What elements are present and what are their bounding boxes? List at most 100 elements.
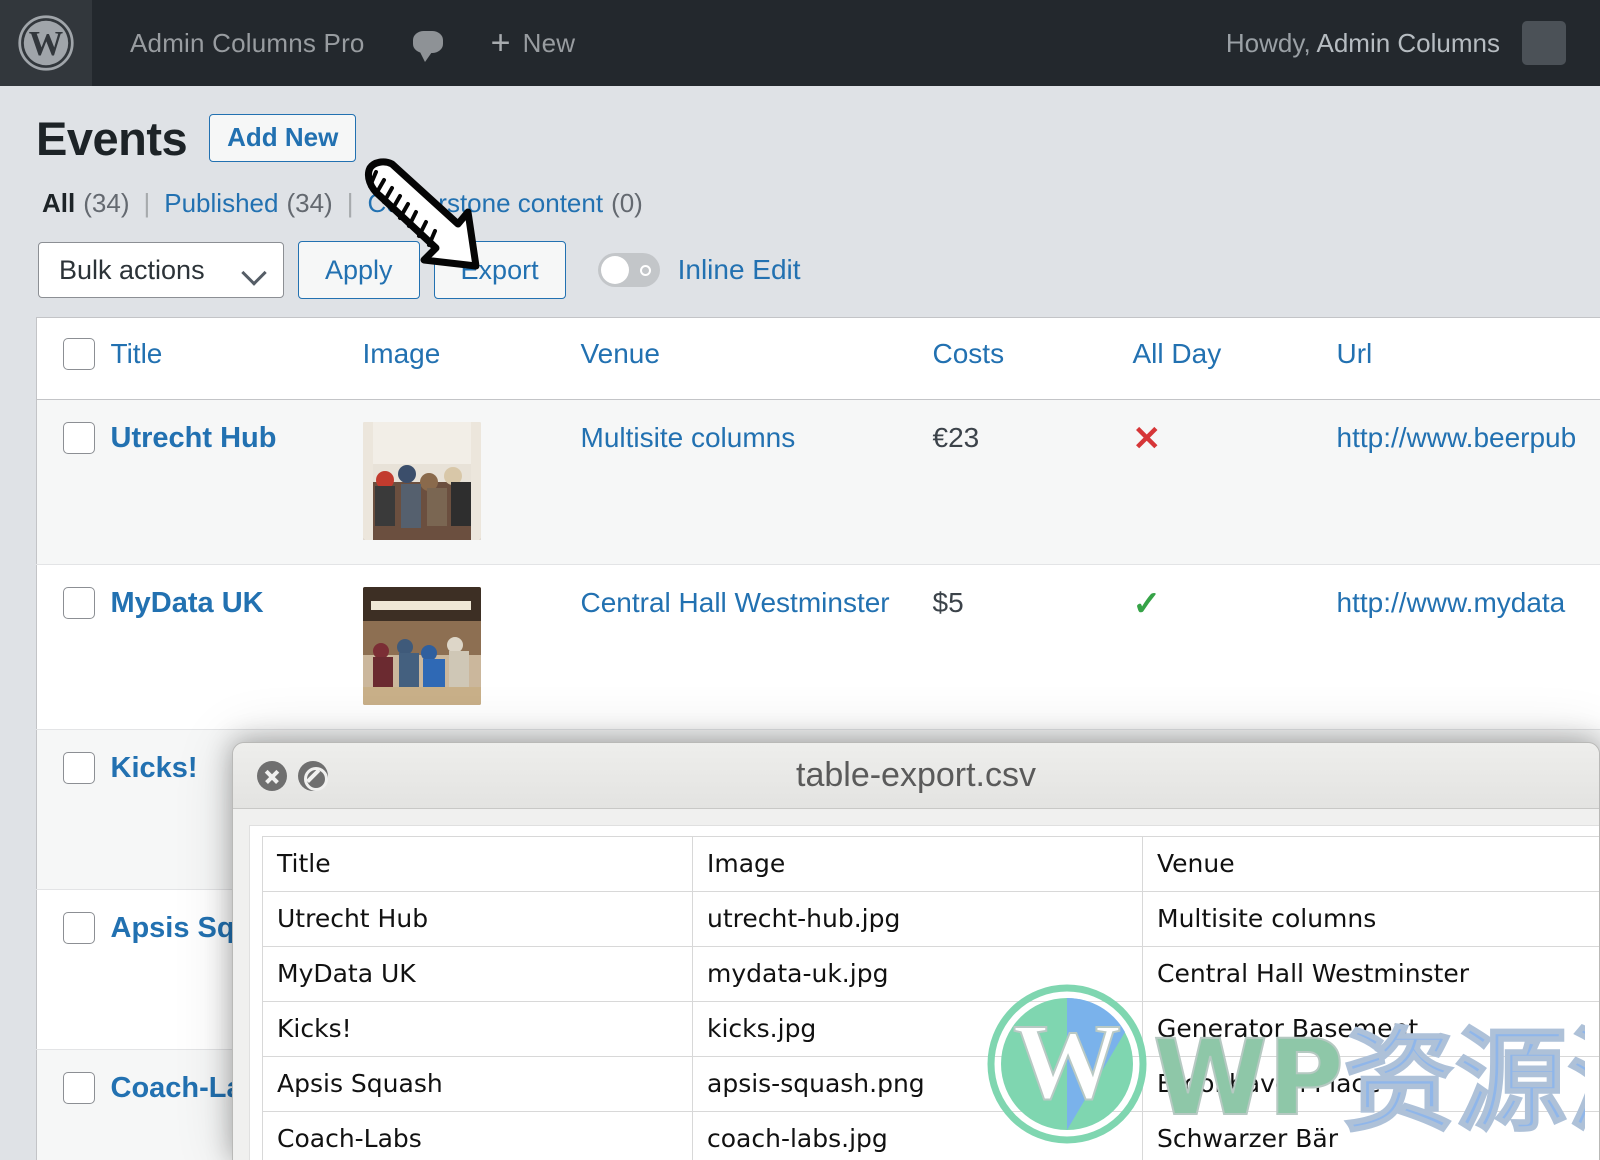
filter-cornerstone-count: (0) [611,188,643,218]
venue-link[interactable]: Central Hall Westminster [581,587,890,618]
filter-all-label[interactable]: All [42,188,75,218]
table-row[interactable]: MyData UK Central Hall Westminster $5 ✓ … [36,564,1600,730]
csv-header-row: Title Image Venue [262,836,1599,892]
row-checkbox[interactable] [63,752,95,784]
post-title-link[interactable]: MyData UK [111,587,264,619]
post-title-link[interactable]: Kicks! [111,752,198,784]
row-checkbox-cell [36,399,111,565]
comment-bubble-icon [412,31,443,62]
column-header-costs[interactable]: Costs [932,317,1133,400]
row-checkbox[interactable] [63,912,95,944]
howdy-prefix: Howdy, [1225,27,1311,58]
filter-link-published[interactable]: Published (34) [164,188,332,219]
csv-cell-title: Kicks! [262,1001,693,1057]
csv-window-title: table-export.csv [796,756,1036,794]
site-name-label: Admin Columns Pro [130,27,365,58]
adminbar-site-name[interactable]: Admin Columns Pro [92,0,389,86]
row-venue-cell: Central Hall Westminster [580,564,933,730]
row-image-cell [362,564,581,730]
csv-data-table: Title Image Venue Utrecht Hub utrecht-hu… [262,836,1599,1160]
csv-cell-venue: Multisite columns [1142,891,1599,947]
row-title-cell: MyData UK [110,564,363,730]
wordpress-logo-icon: W [17,14,75,72]
column-header-title[interactable]: Title [110,317,363,400]
row-checkbox[interactable] [63,1072,95,1104]
filter-link-cornerstone[interactable]: Cornerstone content (0) [367,188,642,219]
csv-cell-venue: Brookhaven Place [1142,1056,1599,1112]
row-checkbox-cell [36,564,111,730]
row-title-cell: Utrecht Hub [110,399,363,565]
csv-cell-image: coach-labs.jpg [692,1111,1143,1160]
csv-cell-title: MyData UK [262,946,693,1002]
column-header-image[interactable]: Image [362,317,581,400]
svg-text:W: W [29,25,63,63]
inline-edit-toggle[interactable] [597,253,660,287]
url-link[interactable]: http://www.beerpub [1337,422,1577,453]
filter-published-label[interactable]: Published [164,188,278,218]
csv-cell-title: Coach-Labs [262,1111,693,1160]
post-thumbnail[interactable] [362,422,481,540]
csv-column-header-title: Title [262,836,693,892]
wp-admin-bar: W Admin Columns Pro + New Howdy, Admin C… [0,0,1600,86]
howdy-user-name: Admin Columns [1316,27,1500,58]
column-header-venue[interactable]: Venue [580,317,933,400]
page-title: Events [36,111,188,165]
csv-row: MyData UK mydata-uk.jpg Central Hall Wes… [262,946,1599,1002]
csv-cell-title: Utrecht Hub [262,891,693,947]
table-row[interactable]: Utrecht Hub Multisite columns €23 ✕ http… [36,399,1600,565]
bulk-actions-select[interactable]: Bulk actions [38,242,284,298]
csv-cell-venue: Central Hall Westminster [1142,946,1599,1002]
column-header-allday[interactable]: All Day [1132,317,1337,400]
export-button[interactable]: Export [433,241,566,299]
row-url-cell: http://www.beerpub [1336,399,1600,565]
row-checkbox[interactable] [63,422,95,454]
avatar[interactable] [1522,21,1566,65]
adminbar-comments[interactable] [389,0,467,86]
venue-link[interactable]: Multisite columns [581,422,796,453]
table-navigation-top: Bulk actions Apply Export Inline Edit [0,219,1600,299]
url-link[interactable]: http://www.mydata [1337,587,1566,618]
row-checkbox-cell [36,1049,111,1160]
csv-cell-image: kicks.jpg [692,1001,1143,1057]
filter-separator-2: | [346,188,354,218]
row-costs-cell: $5 [932,564,1133,730]
screen: W Admin Columns Pro + New Howdy, Admin C… [0,0,1600,1160]
csv-cell-venue: Schwarzer Bär [1142,1111,1599,1160]
csv-row: Apsis Squash apsis-squash.png Brookhaven… [262,1056,1599,1112]
filter-separator-1: | [143,188,151,218]
row-checkbox-cell [36,729,111,890]
add-new-button[interactable]: Add New [209,114,357,162]
apply-button[interactable]: Apply [298,241,420,299]
post-title-link[interactable]: Utrecht Hub [111,422,277,454]
csv-row: Coach-Labs coach-labs.jpg Schwarzer Bär [262,1111,1599,1160]
row-checkbox[interactable] [63,587,95,619]
csv-cell-image: apsis-squash.png [692,1056,1143,1112]
row-venue-cell: Multisite columns [580,399,933,565]
toggle-knob [600,256,629,284]
adminbar-my-account[interactable]: Howdy, Admin Columns [1226,28,1522,59]
inline-edit-label: Inline Edit [677,254,801,285]
wp-logo-button[interactable]: W [0,0,92,86]
csv-row: Kicks! kicks.jpg Generator Basement [262,1001,1599,1057]
csv-cell-venue: Generator Basement [1142,1001,1599,1057]
row-allday-cell: ✕ [1132,399,1337,565]
csv-preview-window[interactable]: table-export.csv Title Image Venue Utrec… [232,742,1600,1160]
filter-cornerstone-label[interactable]: Cornerstone content [367,188,603,218]
select-all-header [36,317,111,400]
row-url-cell: http://www.mydata [1336,564,1600,730]
filter-all-count: (34) [83,188,130,218]
select-all-checkbox[interactable] [63,338,95,370]
post-status-filter-links: All (34) | Published (34) | Cornerstone co… [0,162,1600,219]
filter-link-all[interactable]: All (34) [42,188,129,219]
csv-row: Utrecht Hub utrecht-hub.jpg Multisite co… [262,891,1599,947]
column-header-url[interactable]: Url [1336,317,1600,400]
csv-window-body: Title Image Venue Utrecht Hub utrecht-hu… [249,825,1599,1160]
csv-cell-image: mydata-uk.jpg [692,946,1143,1002]
row-allday-cell: ✓ [1132,564,1337,730]
new-label: New [522,27,576,58]
adminbar-new-content[interactable]: + New [467,0,600,86]
post-thumbnail[interactable] [362,587,481,705]
row-costs-cell: €23 [932,399,1133,565]
row-image-cell [362,399,581,565]
csv-window-titlebar[interactable]: table-export.csv [233,743,1599,809]
